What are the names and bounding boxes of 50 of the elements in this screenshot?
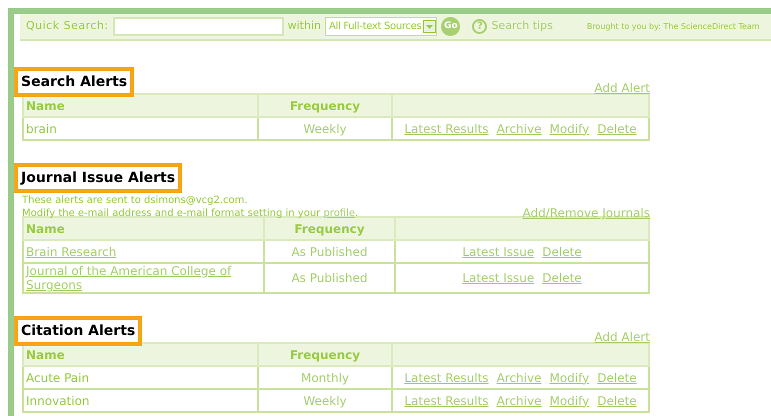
action-link[interactable]: Delete <box>542 269 582 287</box>
action-link[interactable]: Latest Results <box>404 120 489 138</box>
section-heading: Journal Issue Alerts <box>14 163 182 193</box>
action-link[interactable]: Latest Issue <box>462 269 534 287</box>
column-header: Name <box>23 94 258 117</box>
frequency-cell: As Published <box>264 240 395 263</box>
add-alert-link[interactable]: Add Alert <box>594 328 650 346</box>
source-select[interactable]: All Full-text Sources <box>324 17 438 36</box>
journal-link[interactable]: Brain Research <box>26 244 261 258</box>
frequency-cell: Weekly <box>258 117 392 140</box>
frequency-cell: As Published <box>264 263 395 293</box>
action-link[interactable]: Delete <box>597 392 637 410</box>
help-icon: ? <box>472 19 488 34</box>
add-remove-journals-link[interactable]: Add/Remove Journals <box>522 207 650 220</box>
action-link[interactable]: Delete <box>597 120 637 138</box>
add-alert-link[interactable]: Add Alert <box>594 79 650 97</box>
column-header: Frequency <box>264 217 395 240</box>
action-link[interactable]: Latest Issue <box>462 242 534 260</box>
action-link[interactable]: Archive <box>496 368 542 386</box>
action-link[interactable]: Modify <box>549 392 590 410</box>
search-tips-link[interactable]: Search tips <box>491 18 553 35</box>
column-header: Name <box>23 217 264 240</box>
frequency-cell: Monthly <box>258 366 392 389</box>
action-link[interactable]: Archive <box>496 392 542 410</box>
quick-search-label: Quick Search: <box>26 18 109 34</box>
section-heading: Citation Alerts <box>14 316 142 346</box>
action-link[interactable]: Archive <box>496 120 542 138</box>
credit-text: Brought to you by: The ScienceDirect Team <box>586 20 760 32</box>
profile-note: Modify the e-mail address and e-mail format setting in your profile. <box>22 207 358 220</box>
action-link[interactable]: Delete <box>542 242 582 260</box>
action-link[interactable]: Modify <box>549 368 590 386</box>
within-label: within <box>288 18 321 34</box>
go-button[interactable]: Go <box>441 17 460 36</box>
dropdown-caret-icon <box>423 20 436 33</box>
profile-link[interactable]: profile <box>323 208 356 219</box>
action-link[interactable]: Modify <box>549 120 590 138</box>
action-link[interactable]: Latest Results <box>404 392 489 410</box>
alert-name: Acute Pain <box>26 370 90 384</box>
frequency-cell: Weekly <box>258 389 392 412</box>
journal-link[interactable]: Journal of the American College of Surgeons <box>26 264 261 292</box>
column-header: Frequency <box>258 94 392 117</box>
email-note: These alerts are sent to dsimons@vcg2.com. <box>22 194 249 207</box>
section-heading: Search Alerts <box>14 67 134 97</box>
action-link[interactable]: Latest Results <box>404 368 489 386</box>
search-field[interactable] <box>112 17 284 36</box>
action-link[interactable]: Delete <box>597 368 637 386</box>
column-header: Frequency <box>258 343 392 366</box>
column-header: Name <box>23 343 258 366</box>
alert-name: Innovation <box>26 394 90 408</box>
alert-name: brain <box>26 122 57 136</box>
